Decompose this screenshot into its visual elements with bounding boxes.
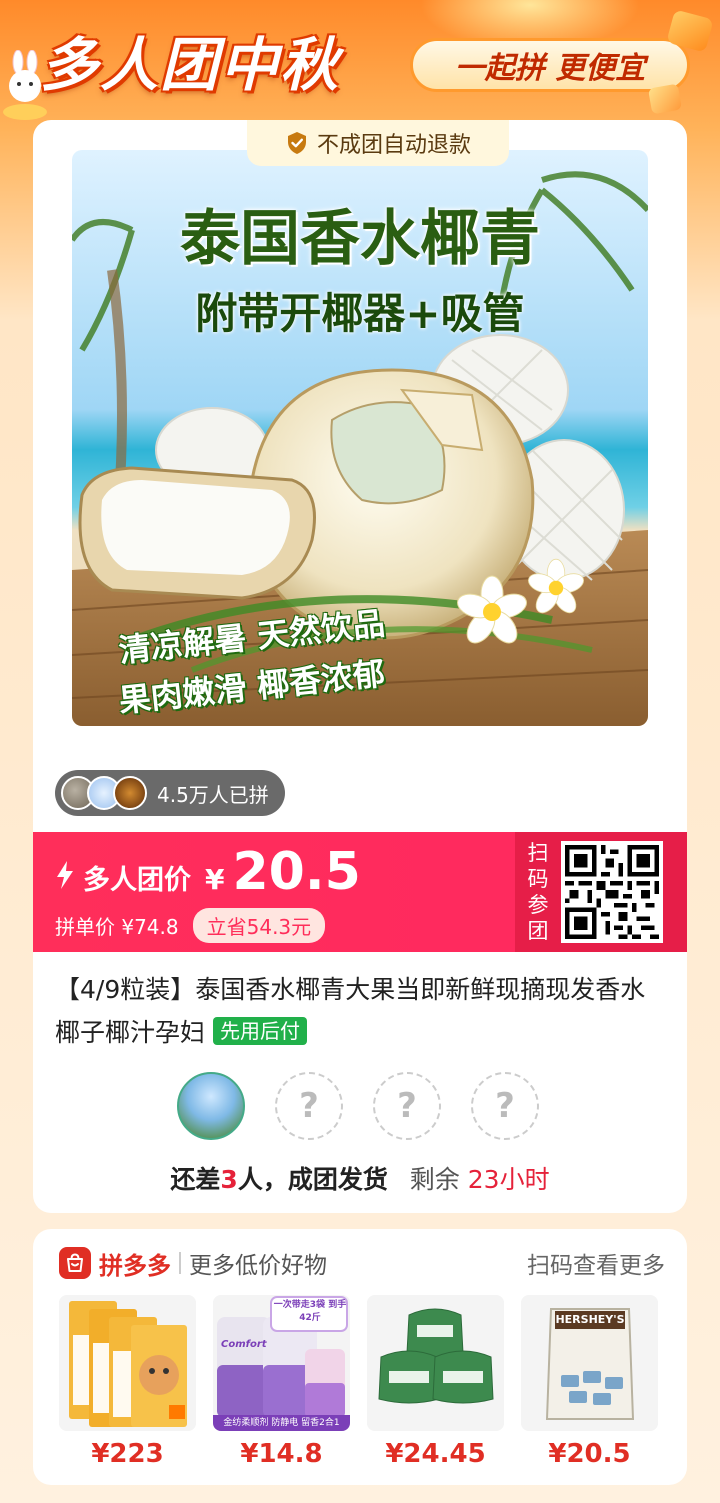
qr-code-icon xyxy=(565,845,659,939)
divider xyxy=(179,1252,181,1274)
group-price: 20.5 xyxy=(232,842,361,902)
remaining-time: 23小时 xyxy=(467,1165,550,1194)
missing-count: 3 xyxy=(220,1165,238,1194)
empty-member-slot: ? xyxy=(275,1072,343,1140)
brand-name: 拼多多 xyxy=(99,1251,171,1280)
avatar xyxy=(113,776,147,810)
avatar-group xyxy=(61,776,147,810)
product-card: 不成团自动退款 泰国香水椰青 附带开椰器+吸管 清凉解暑 天然饮品 果肉嫩滑 椰… xyxy=(33,120,687,1213)
scan-to-join-label: 扫码参团 xyxy=(527,841,549,943)
product-price: ¥24.45 xyxy=(385,1439,486,1469)
mooncake-decoration xyxy=(647,83,683,115)
single-price: 拼单价 ¥74.8 xyxy=(55,915,179,939)
banner-slogan: 一起拼 更便宜 xyxy=(410,38,690,92)
banner-title: 多人团中秋 xyxy=(40,31,341,99)
pinduoduo-logo-icon xyxy=(59,1247,91,1279)
product-item[interactable]: ¥24.45 xyxy=(367,1295,504,1469)
price-strip: 多人团价 ¥ 20.5 拼单价 ¥74.8 立省54.3元 扫码参团 xyxy=(33,832,687,952)
promo-text: 一次带走3袋 到手42斤 xyxy=(273,1300,347,1323)
product-strip-text: 金纺柔顺剂 防静电 留香2合1 xyxy=(223,1418,340,1428)
promo-banner: 多人团中秋 一起拼 更便宜 xyxy=(0,0,720,130)
lightning-icon xyxy=(57,861,73,889)
member-avatar xyxy=(177,1072,245,1140)
product-price: ¥14.8 xyxy=(240,1439,323,1469)
joined-count-text: 4.5万人已拼 xyxy=(157,782,269,807)
group-price-label: 多人团价 xyxy=(83,865,191,896)
refund-badge: 不成团自动退款 xyxy=(247,120,509,166)
product-title[interactable]: 【4/9粒装】泰国香水椰青大果当即新鲜现摘现发香水椰子椰汁孕妇 先用后付 xyxy=(55,968,667,1054)
more-products-header: 拼多多 更多低价好物 扫码查看更多 xyxy=(59,1245,665,1281)
group-status: 还差3人，成团发货 剩余 23小时 xyxy=(33,1160,687,1196)
empty-member-slot: ? xyxy=(373,1072,441,1140)
scan-to-join[interactable]: 扫码参团 xyxy=(515,832,687,952)
brand-label: Comfort xyxy=(221,1339,267,1350)
currency-symbol: ¥ xyxy=(205,863,225,896)
product-item[interactable]: ¥223 xyxy=(59,1295,196,1469)
product-thumbnail xyxy=(367,1295,504,1431)
image-subtitle: 附带开椰器+吸管 xyxy=(195,289,525,338)
remaining-label: 剩余 xyxy=(409,1165,460,1194)
product-thumbnail xyxy=(59,1295,196,1431)
empty-member-slot: ? xyxy=(471,1072,539,1140)
product-thumbnail: 一次带走3袋 到手42斤 Comfort 金纺柔顺剂 防静电 留香2合1 xyxy=(213,1295,350,1431)
group-member-slots: ? ? ? xyxy=(177,1072,539,1140)
product-image[interactable]: 泰国香水椰青 附带开椰器+吸管 清凉解暑 天然饮品 果肉嫩滑 椰香浓郁 xyxy=(72,150,648,726)
status-prefix: 还差 xyxy=(170,1165,221,1194)
status-suffix: 人，成团发货 xyxy=(237,1165,388,1194)
save-badge: 立省54.3元 xyxy=(192,908,326,943)
product-price: ¥223 xyxy=(91,1439,164,1469)
pay-later-badge: 先用后付 xyxy=(212,1017,307,1045)
product-item[interactable]: HERSHEY'S ¥20.5 xyxy=(521,1295,658,1469)
product-thumbnail: HERSHEY'S xyxy=(521,1295,658,1431)
product-title-text: 【4/9粒装】泰国香水椰青大果当即新鲜现摘现发香水椰子椰汁孕妇 xyxy=(55,975,646,1047)
shield-check-icon xyxy=(287,132,306,154)
brand-label: HERSHEY'S xyxy=(555,1313,625,1326)
product-price: ¥20.5 xyxy=(548,1439,631,1469)
scan-more-link[interactable]: 扫码查看更多 xyxy=(527,1246,665,1280)
product-list: ¥223 一次带走3袋 到手42斤 Comfort 金纺柔顺剂 防静电 留香2合… xyxy=(59,1295,658,1469)
image-title: 泰国香水椰青 xyxy=(180,204,540,274)
qr-code[interactable] xyxy=(561,841,663,943)
more-products-label: 更多低价好物 xyxy=(189,1253,327,1279)
product-item[interactable]: 一次带走3袋 到手42斤 Comfort 金纺柔顺剂 防静电 留香2合1 ¥14… xyxy=(213,1295,350,1469)
refund-badge-label: 不成团自动退款 xyxy=(316,133,471,158)
more-products-card: 拼多多 更多低价好物 扫码查看更多 ¥223 一次带走3袋 到手42斤 Comf… xyxy=(33,1229,687,1485)
price-info: 多人团价 ¥ 20.5 拼单价 ¥74.8 立省54.3元 xyxy=(33,832,515,952)
joined-count-pill: 4.5万人已拼 xyxy=(55,770,285,816)
